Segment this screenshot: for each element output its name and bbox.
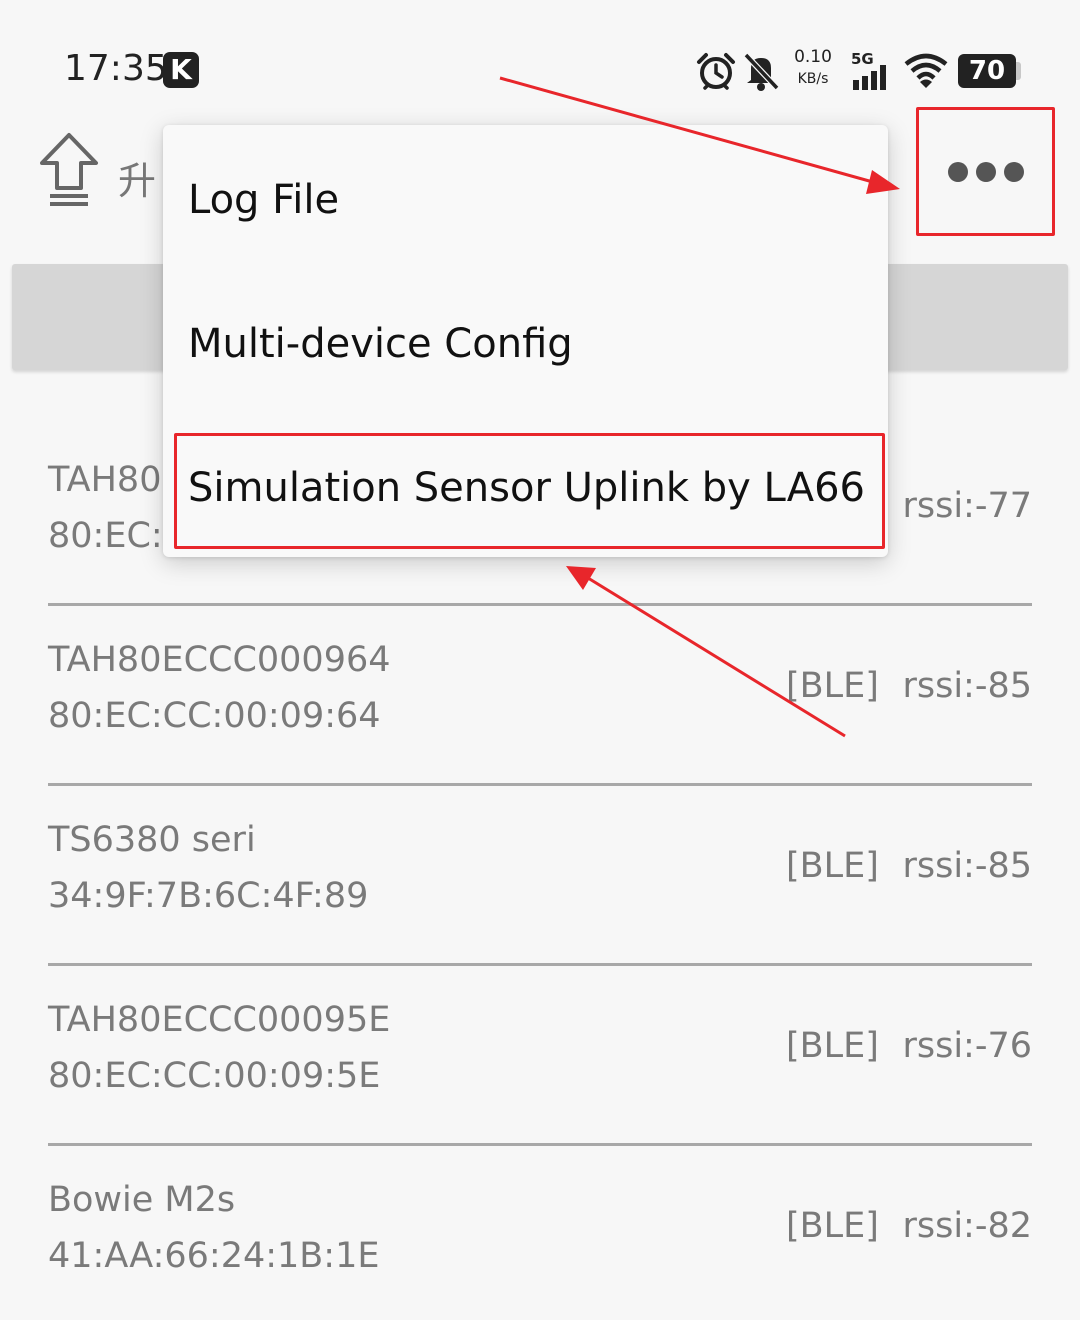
menu-item-multi-device-config[interactable]: Multi-device Config: [163, 269, 888, 413]
device-type: [BLE]: [786, 846, 879, 886]
alarm-icon: [697, 53, 735, 90]
status-time: 17:35: [64, 48, 168, 89]
device-name: TAH80ECCC00095E: [48, 1000, 391, 1040]
app-title-fragment[interactable]: 升: [118, 150, 156, 205]
menu-item-label: Log File: [188, 177, 340, 223]
more-dots-icon: [944, 161, 1028, 182]
device-name: Bowie M2s: [48, 1180, 236, 1220]
status-bar: 17:35 K 0.10 KB/s 5G 70: [0, 0, 1080, 120]
device-type: [BLE]: [786, 1026, 879, 1066]
upload-arrow-icon[interactable]: [36, 130, 102, 210]
k-app-badge: K: [163, 52, 199, 88]
menu-item-label: Multi-device Config: [188, 321, 573, 367]
device-mac: 80:EC:CC:00:09:5E: [48, 1056, 381, 1096]
device-type: [BLE]: [786, 666, 879, 706]
device-rssi: rssi:-85: [902, 846, 1032, 886]
device-rssi: rssi:-77: [902, 486, 1032, 526]
device-mac: 41:AA:66:24:1B:1E: [48, 1236, 380, 1276]
annotation-highlight-box: [174, 433, 885, 549]
device-name: TAH80: [48, 460, 162, 500]
list-item[interactable]: TAH80ECCC00095E 80:EC:CC:00:09:5E [BLE] …: [48, 960, 1032, 1140]
list-item[interactable]: TS6380 seri 34:9F:7B:6C:4F:89 [BLE] rssi…: [48, 780, 1032, 960]
device-mac: 34:9F:7B:6C:4F:89: [48, 876, 369, 916]
wifi-icon: [904, 53, 948, 88]
signal-5g-icon: [853, 65, 886, 90]
list-item[interactable]: Bowie M2s 41:AA:66:24:1B:1E [BLE] rssi:-…: [48, 1140, 1032, 1320]
net-speed-unit: KB/s: [797, 71, 829, 87]
device-rssi: rssi:-85: [902, 666, 1032, 706]
device-mac: 80:EC:CC:00:09:64: [48, 696, 381, 736]
battery-icon: 70: [958, 54, 1016, 88]
device-rssi: rssi:-76: [902, 1026, 1032, 1066]
device-rssi: rssi:-82: [902, 1206, 1032, 1246]
device-type: [BLE]: [786, 1206, 879, 1246]
device-name: TS6380 seri: [48, 820, 256, 860]
bell-muted-icon: [743, 52, 780, 91]
more-options-button[interactable]: [916, 107, 1055, 236]
list-item[interactable]: TAH80ECCC000964 80:EC:CC:00:09:64 [BLE] …: [48, 600, 1032, 780]
menu-item-log-file[interactable]: Log File: [163, 125, 888, 269]
battery-cap: [1016, 62, 1021, 80]
device-name: TAH80ECCC000964: [48, 640, 391, 680]
network-speed: 0.10 KB/s: [792, 46, 834, 90]
net-speed-value: 0.10: [794, 47, 832, 67]
